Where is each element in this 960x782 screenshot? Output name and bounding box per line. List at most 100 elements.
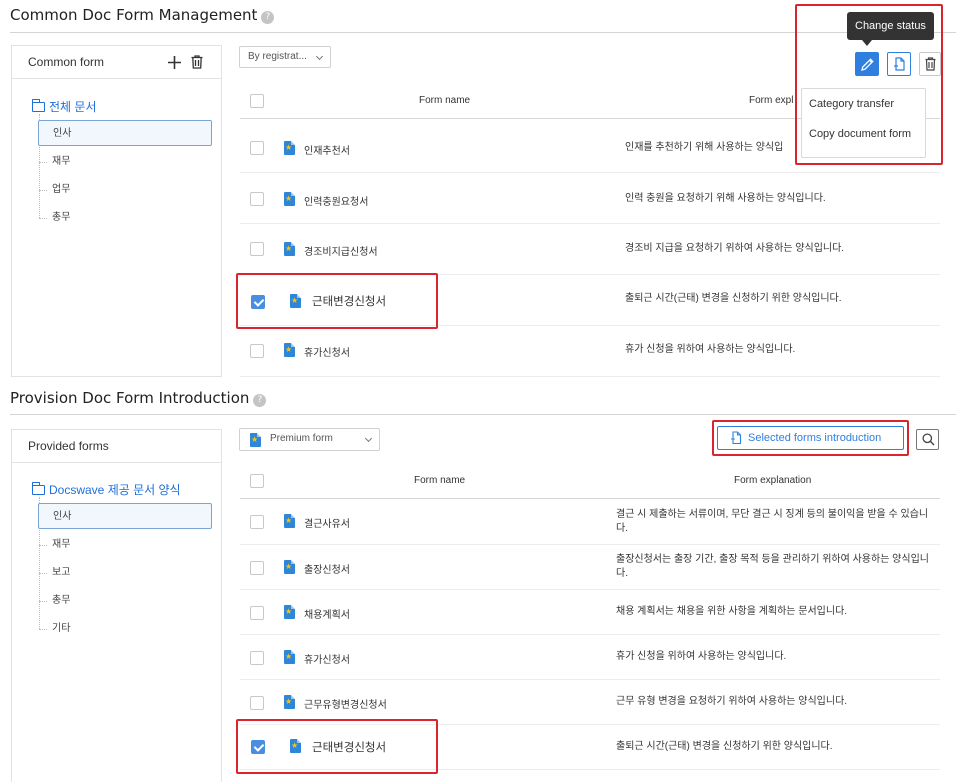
provision-root-folder-label: Docswave 제공 문서 양식 — [49, 483, 181, 497]
provision-category-item[interactable]: 재무 — [38, 532, 212, 558]
document-icon — [284, 192, 295, 206]
search-icon — [922, 433, 935, 446]
provision-category-item[interactable]: 총무 — [38, 588, 212, 614]
highlight-box — [795, 4, 943, 165]
provision-category-label: 총무 — [52, 595, 71, 606]
document-icon — [284, 514, 295, 528]
provision-category-label: 재무 — [52, 539, 71, 550]
provision-category-item[interactable]: 인사 — [38, 503, 212, 529]
form-explanation: 경조비 지급을 요청하기 위하여 사용하는 양식입니다. — [625, 243, 845, 254]
row-checkbox[interactable] — [250, 651, 264, 665]
provision-category-label: 기타 — [52, 623, 71, 634]
form-explanation: 출퇴근 시간(근태) 변경을 신청하기 위한 양식입니다. — [625, 293, 842, 304]
provision-title-text: Provision Doc Form Introduction — [10, 389, 250, 407]
row-checkbox[interactable] — [250, 515, 264, 529]
highlight-box — [236, 273, 438, 329]
provided-forms-panel-title: Provided forms — [28, 439, 109, 453]
row-checkbox[interactable] — [250, 344, 264, 358]
document-icon — [284, 605, 295, 619]
row-checkbox[interactable] — [250, 561, 264, 575]
sort-select[interactable]: By registrat... — [239, 46, 331, 68]
row-checkbox[interactable] — [250, 242, 264, 256]
help-icon[interactable]: ? — [261, 11, 275, 24]
form-name[interactable]: 휴가신청서 — [304, 651, 350, 666]
form-name[interactable]: 인력충원요청서 — [304, 193, 368, 208]
provision-section-title: Provision Doc Form Introduction? — [10, 389, 267, 407]
document-icon — [284, 650, 295, 664]
common-category-label: 인사 — [53, 128, 72, 139]
table-row[interactable]: 결근사유서 결근 시 제출하는 서류이며, 무단 결근 시 징계 등의 불이익을… — [240, 499, 940, 545]
row-checkbox[interactable] — [250, 141, 264, 155]
sort-select-value: By registrat... — [248, 51, 307, 62]
table-row[interactable]: 휴가신청서 휴가 신청을 위하여 사용하는 양식입니다. — [240, 326, 940, 377]
provision-category-item[interactable]: 기타 — [38, 616, 212, 642]
provided-forms-panel-header: Provided forms — [12, 430, 221, 463]
form-name[interactable]: 근무유형변경신청서 — [304, 696, 387, 711]
form-name[interactable]: 경조비지급신청서 — [304, 243, 378, 258]
common-section-title: Common Doc Form Management? — [10, 6, 275, 24]
col-form-name: Form name — [419, 95, 471, 106]
provision-category-item[interactable]: 보고 — [38, 560, 212, 586]
form-type-select[interactable]: Premium form — [239, 428, 380, 451]
search-button[interactable] — [916, 429, 939, 450]
form-name[interactable]: 결근사유서 — [304, 515, 350, 530]
form-explanation: 인재를 추천하기 위해 사용하는 양식입 — [625, 142, 784, 153]
provision-table-header: Form name Form explanation — [240, 463, 940, 499]
common-form-panel-header: Common form — [12, 46, 221, 79]
col-form-name: Form name — [414, 475, 466, 486]
common-category-item[interactable]: 총무 — [38, 205, 212, 231]
table-row[interactable]: 인력충원요청서 인력 충원을 요청하기 위해 사용하는 양식입니다. — [240, 173, 940, 224]
common-form-panel-title: Common form — [28, 55, 105, 69]
common-category-item[interactable]: 재무 — [38, 149, 212, 175]
table-row[interactable]: 채용계획서 채용 계획서는 채용을 위한 사항을 계획하는 문서입니다. — [240, 590, 940, 635]
highlight-box — [712, 420, 909, 456]
form-explanation: 인력 충원을 요청하기 위해 사용하는 양식입니다. — [625, 193, 826, 204]
chevron-down-icon — [364, 434, 373, 443]
common-category-label: 재무 — [52, 156, 71, 167]
common-category-item[interactable]: 업무 — [38, 177, 212, 203]
common-category-item[interactable]: 인사 — [38, 120, 212, 146]
provision-root-folder[interactable]: Docswave 제공 문서 양식 — [31, 481, 181, 498]
common-root-folder[interactable]: 전체 문서 — [31, 98, 97, 115]
col-form-explanation: Form explanation — [734, 475, 812, 486]
document-icon — [250, 433, 261, 447]
form-explanation: 휴가 신청을 위하여 사용하는 양식입니다. — [616, 651, 787, 662]
row-checkbox[interactable] — [250, 696, 264, 710]
table-row[interactable]: 출장신청서 출장신청서는 출장 기간, 출장 목적 등을 관리하기 위하여 사용… — [240, 545, 940, 590]
form-explanation: 근무 유형 변경을 요청하기 위하여 사용하는 양식입니다. — [616, 696, 848, 707]
document-icon — [284, 141, 295, 155]
form-explanation: 결근 시 제출하는 서류이며, 무단 결근 시 징계 등의 불이익을 받을 수 … — [616, 509, 929, 534]
document-icon — [284, 343, 295, 357]
form-name[interactable]: 출장신청서 — [304, 561, 350, 576]
highlight-box — [236, 719, 438, 774]
form-name[interactable]: 채용계획서 — [304, 606, 350, 621]
provision-title-divider — [10, 414, 956, 415]
common-title-text: Common Doc Form Management — [10, 6, 258, 24]
select-all-checkbox[interactable] — [250, 474, 264, 488]
common-form-panel: Common form 전체 문서 인사 재무 업무 총무 — [11, 45, 222, 377]
form-name[interactable]: 인재추천서 — [304, 142, 350, 157]
form-type-select-value: Premium form — [270, 433, 333, 444]
provision-category-label: 보고 — [52, 567, 71, 578]
common-category-label: 업무 — [52, 184, 71, 195]
table-row[interactable]: 휴가신청서 휴가 신청을 위하여 사용하는 양식입니다. — [240, 635, 940, 680]
form-explanation: 출장신청서는 출장 기간, 출장 목적 등을 관리하기 위하여 사용하는 양식입… — [616, 554, 929, 579]
form-name[interactable]: 휴가신청서 — [304, 344, 350, 359]
row-checkbox[interactable] — [250, 192, 264, 206]
table-row[interactable]: 경조비지급신청서 경조비 지급을 요청하기 위하여 사용하는 양식입니다. — [240, 224, 940, 275]
trash-icon[interactable] — [191, 55, 203, 69]
help-icon[interactable]: ? — [253, 394, 267, 407]
form-explanation: 출퇴근 시간(근태) 변경을 신청하기 위한 양식입니다. — [616, 741, 833, 752]
form-explanation: 휴가 신청을 위하여 사용하는 양식입니다. — [625, 344, 796, 355]
chevron-down-icon — [315, 52, 324, 61]
col-form-explanation: Form expl — [749, 95, 794, 106]
document-icon — [284, 242, 295, 256]
plus-icon[interactable] — [168, 56, 181, 69]
document-icon — [284, 695, 295, 709]
folder-icon — [31, 99, 45, 112]
row-checkbox[interactable] — [250, 606, 264, 620]
provision-category-label: 인사 — [53, 511, 72, 522]
document-icon — [284, 560, 295, 574]
select-all-checkbox[interactable] — [250, 94, 264, 108]
form-explanation: 채용 계획서는 채용을 위한 사항을 계획하는 문서입니다. — [616, 606, 848, 617]
